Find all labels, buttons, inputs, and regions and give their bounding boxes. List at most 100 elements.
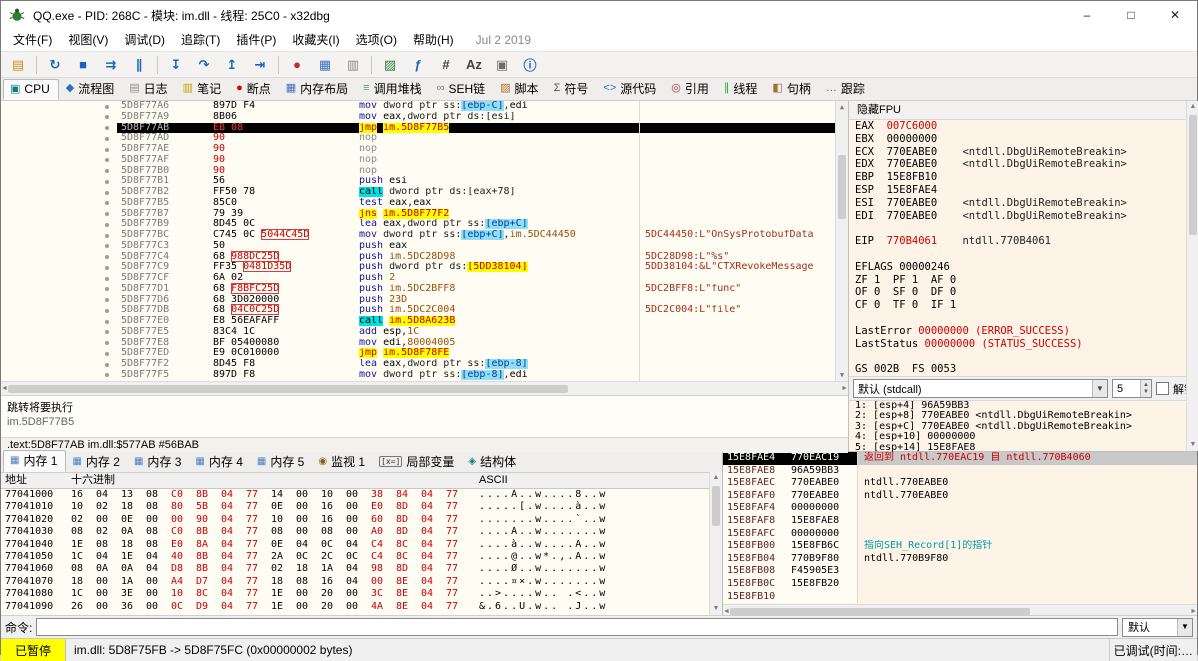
disasm-row[interactable]: 5D8F77D1 68 F8BFC25D push im.5DC2BFF8 5DC2B… bbox=[1, 283, 848, 295]
disasm-row[interactable]: 5D8F77A9 8B06 mov eax,dword ptr ds:[esi] bbox=[1, 111, 848, 123]
tab-CPU[interactable]: ▣ CPU bbox=[3, 79, 59, 100]
register-line[interactable]: ZF 1 PF 1 AF 0 bbox=[855, 274, 1198, 287]
breakpoint-dot[interactable] bbox=[105, 255, 109, 259]
pause-button[interactable]: ∥ bbox=[126, 53, 152, 76]
tab-源代码[interactable]: <> 源代码 bbox=[597, 78, 664, 100]
breakpoint-dot[interactable] bbox=[105, 319, 109, 324]
disassembly-vscrollbar[interactable]: ▲ ▼ bbox=[835, 101, 848, 381]
stack-row[interactable]: 15E8FAE8 96A59BB3 bbox=[723, 464, 1197, 478]
memory-row[interactable]: 77041040 1E 08 18 08 E0 8A 04 77 0E 04 0C 04 C4 8C 04 77… bbox=[1, 539, 707, 551]
breakpoint-dot[interactable] bbox=[105, 190, 109, 195]
memory-row[interactable]: 77041060 08 0A 0A 04 D8 8B 04 77 02 18 1A 04 98 8D 04 77… bbox=[1, 563, 707, 575]
log-button[interactable]: ▥ bbox=[340, 53, 366, 76]
tab-引用[interactable]: ◎ 引用 bbox=[665, 78, 717, 100]
stack-row[interactable]: 15E8FB00 15E8FB6C 指向SEH_Record[1]的指针 bbox=[723, 540, 1197, 553]
stack-row[interactable]: 15E8FB04 770B9F80 ntdll.770B9F80 bbox=[723, 552, 1197, 566]
breakpoint-dot[interactable] bbox=[105, 212, 109, 216]
disasm-row[interactable]: 5D8F77AF 90 nop bbox=[1, 154, 848, 166]
close-button[interactable]: ✕ bbox=[1153, 1, 1197, 29]
tab-符号[interactable]: Σ 符号 bbox=[548, 78, 597, 100]
breakpoint-dot[interactable] bbox=[105, 115, 109, 120]
step-out-button[interactable]: ↥ bbox=[219, 53, 245, 76]
argument-row[interactable]: 4: [esp+10] 00000000 bbox=[855, 431, 1198, 442]
tab-流程图[interactable]: ◆ 流程图 bbox=[60, 78, 122, 100]
run-button[interactable]: ⇉ bbox=[98, 53, 124, 76]
register-line[interactable] bbox=[855, 248, 1198, 261]
register-line[interactable]: EIP 770B4061 ntdll.770B4061 bbox=[855, 235, 1198, 248]
register-line[interactable]: EAX 007C6000 bbox=[855, 120, 1198, 133]
tab-调用堆栈[interactable]: ≡ 调用堆栈 bbox=[357, 78, 429, 100]
memory-row[interactable]: 77041030 08 02 0A 08 C0 8B 04 77 08 00 08 00 A0 8D 04 77… bbox=[1, 526, 707, 538]
stop-button[interactable]: ■ bbox=[70, 53, 96, 76]
menu-item-5[interactable]: 收藏夹(I) bbox=[284, 29, 347, 51]
tab-内存 3[interactable]: ▦ 内存 3 bbox=[128, 452, 189, 472]
disasm-row[interactable]: 5D8F77C3 50 push eax bbox=[1, 240, 848, 252]
restart-button[interactable]: ↻ bbox=[42, 53, 68, 76]
memory-row[interactable]: 77041020 02 00 0E 00 00 90 04 77 10 00 16 00 60 8D 04 77… bbox=[1, 514, 707, 526]
scroll-thumb[interactable] bbox=[7, 384, 568, 393]
memory-row[interactable]: 77041050 1C 04 1E 04 40 8B 04 77 2A 0C 2C 0C C4 8C 04 77… bbox=[1, 551, 707, 563]
breakpoint-dot[interactable] bbox=[105, 233, 109, 238]
calling-convention-select[interactable]: 默认 (stdcall) ▼ bbox=[853, 379, 1108, 398]
scroll-right-arrow[interactable]: ► bbox=[841, 383, 848, 395]
about-button[interactable]: ⓘ bbox=[517, 53, 543, 76]
breakpoint-dot[interactable] bbox=[105, 169, 109, 173]
hash-button[interactable]: # bbox=[433, 53, 459, 76]
tab-局部变量[interactable]: [x=] 局部变量 bbox=[373, 452, 462, 472]
scroll-up-arrow[interactable]: ▲ bbox=[840, 101, 844, 113]
unlock-checkbox[interactable] bbox=[1156, 382, 1169, 395]
breakpoint-dot[interactable] bbox=[105, 201, 109, 206]
open-file-button[interactable]: ▤ bbox=[5, 53, 31, 76]
disasm-row[interactable]: 5D8F77E5 83C4 1C add esp,1C bbox=[1, 326, 848, 338]
menu-item-1[interactable]: 视图(V) bbox=[60, 29, 116, 51]
menu-item-6[interactable]: 选项(O) bbox=[348, 29, 405, 51]
breakpoint-dot[interactable] bbox=[105, 222, 109, 227]
register-line[interactable]: ECX 770EABE0 <ntdll.DbgUiRemoteBreakin> bbox=[855, 146, 1198, 159]
breakpoint-dot[interactable] bbox=[105, 373, 109, 378]
hide-fpu-button[interactable]: 隐藏FPU bbox=[857, 104, 901, 116]
tab-内存 4[interactable]: ▦ 内存 4 bbox=[189, 452, 250, 472]
breakpoint-dot[interactable] bbox=[105, 287, 109, 292]
tab-内存 5[interactable]: ▦ 内存 5 bbox=[251, 452, 312, 472]
script-button[interactable]: ▨ bbox=[377, 53, 403, 76]
register-line[interactable]: ESP 15E8FAE4 bbox=[855, 184, 1198, 197]
command-profile-select[interactable]: 默认 ▼ bbox=[1122, 617, 1193, 637]
strings-button[interactable]: Az bbox=[461, 53, 487, 76]
menu-item-3[interactable]: 追踪(T) bbox=[173, 29, 228, 51]
tab-内存布局[interactable]: ▦ 内存布局 bbox=[280, 78, 356, 100]
scroll-down-arrow[interactable]: ▼ bbox=[713, 603, 720, 615]
register-line[interactable]: LastError 00000000 (ERROR_SUCCESS) bbox=[855, 325, 1198, 338]
stack-row[interactable]: 15E8FB10 bbox=[723, 590, 1197, 604]
minimize-button[interactable]: – bbox=[1065, 1, 1109, 29]
functions-button[interactable]: ƒ bbox=[405, 53, 431, 76]
breakpoint-dot[interactable] bbox=[105, 362, 109, 367]
stack-row[interactable]: 15E8FAF4 00000000 bbox=[723, 502, 1197, 515]
memory-row[interactable]: 77041070 18 00 1A 00 A4 D7 04 77 18 08 16 04 00 8E 04 77… bbox=[1, 576, 707, 588]
breakpoint-dot[interactable] bbox=[105, 308, 109, 313]
register-line[interactable]: EFLAGS 00000246 bbox=[855, 261, 1198, 274]
command-input[interactable] bbox=[36, 618, 1118, 636]
scroll-thumb[interactable] bbox=[1189, 115, 1197, 235]
tab-线程[interactable]: ∥ 线程 bbox=[718, 78, 766, 100]
tab-内存 1[interactable]: ▦ 内存 1 bbox=[3, 450, 67, 472]
register-line[interactable]: LastStatus 00000000 (STATUS_SUCCESS) bbox=[855, 338, 1198, 351]
tab-跟踪[interactable]: … 跟踪 bbox=[820, 78, 873, 100]
register-line[interactable] bbox=[855, 222, 1198, 235]
register-line[interactable]: EBP 15E8FB10 bbox=[855, 171, 1198, 184]
breakpoint-dot[interactable] bbox=[105, 265, 109, 270]
maximize-button[interactable]: □ bbox=[1109, 1, 1153, 29]
register-line[interactable]: GS 002B FS 0053 bbox=[855, 363, 1198, 376]
breakpoint-dot[interactable] bbox=[105, 330, 109, 335]
step-over-button[interactable]: ↷ bbox=[191, 53, 217, 76]
tab-笔记[interactable]: ▥ 笔记 bbox=[177, 78, 229, 100]
disasm-row[interactable]: 5D8F77F5 897D F8 mov dword ptr ss:[ebp-8],… bbox=[1, 369, 848, 381]
disassembly-hscrollbar[interactable]: ◄ ► bbox=[1, 381, 848, 395]
scroll-up-arrow[interactable]: ▲ bbox=[1190, 101, 1197, 113]
breakpoint-dot[interactable] bbox=[105, 147, 109, 152]
breakpoint-dot[interactable] bbox=[105, 244, 109, 249]
argument-row[interactable]: 5: [esp+14] 15E8FAE8 bbox=[855, 442, 1198, 453]
stack-row[interactable]: 15E8FB0C 15E8FB20 bbox=[723, 577, 1197, 591]
register-line[interactable]: OF 0 SF 0 DF 0 bbox=[855, 286, 1198, 299]
registers-vscrollbar[interactable]: ▲ ▼ bbox=[1186, 101, 1198, 451]
register-line[interactable]: ESI 770EABE0 <ntdll.DbgUiRemoteBreakin> bbox=[855, 197, 1198, 210]
